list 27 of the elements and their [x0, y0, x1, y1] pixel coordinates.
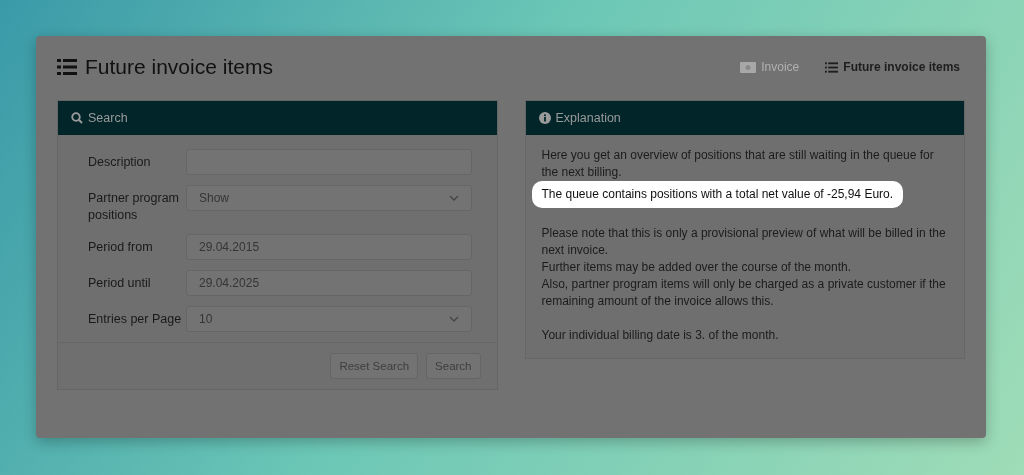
- field-label: Period from: [88, 239, 154, 256]
- chevron-down-icon: [448, 195, 459, 201]
- explanation-text: Also, partner program items will only be charged as a private customer if the remaining amount of the invoice allows this.: [541, 276, 947, 310]
- highlighted-text: The queue contains positions with a total net value of -25,94 Euro.: [531, 181, 904, 208]
- select-field[interactable]: 10: [186, 306, 472, 332]
- panel-title: Search: [88, 111, 128, 125]
- select-field[interactable]: Show: [186, 185, 472, 211]
- nav-link[interactable]: Future invoice items: [825, 60, 960, 74]
- search-icon: [71, 112, 83, 124]
- page-title: Future invoice items: [85, 55, 273, 79]
- panel-title: Explanation: [555, 111, 621, 125]
- list-icon: [57, 59, 77, 75]
- chevron-down-icon: [448, 316, 459, 322]
- explanation-text: Here you get an overview of positions that are still waiting in the queue for the next billing.: [541, 147, 935, 181]
- field-label: Period until: [88, 275, 152, 292]
- explanation-text: Your individual billing date is 3. of the month.: [541, 327, 780, 344]
- field-label: Partner program positions: [88, 190, 180, 224]
- info-icon: [538, 112, 551, 124]
- list-icon: [825, 61, 839, 73]
- field-label: Description: [88, 154, 152, 171]
- input-field[interactable]: 29.04.2025: [186, 270, 472, 296]
- field-label: Entries per Page: [88, 311, 183, 328]
- nav-link[interactable]: Invoice: [740, 60, 800, 74]
- explanation-text: Please note that this is only a provisional preview of what will be billed in the next invoice.: [541, 225, 947, 259]
- input-field[interactable]: 29.04.2015: [186, 234, 472, 260]
- banknote-icon: [740, 61, 757, 73]
- explanation-text: Further items may be added over the course of the month.: [541, 259, 852, 276]
